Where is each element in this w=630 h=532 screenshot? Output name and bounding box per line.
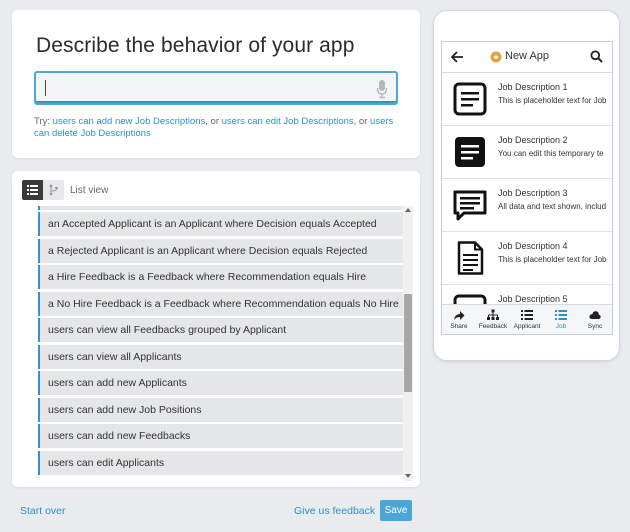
- job-list: Job Description 1 This is placeholder te…: [442, 73, 612, 334]
- phone-tab-bar: Share Feedback Applicant Job Sync: [442, 304, 612, 334]
- cloud-icon: [589, 311, 601, 319]
- describe-card: Describe the behavior of your app Try: u…: [12, 10, 420, 158]
- describe-input[interactable]: [48, 73, 368, 103]
- list-item[interactable]: a No Hire Feedback is a Feedback where R…: [38, 292, 403, 316]
- try-label: Try:: [34, 116, 51, 127]
- list-item: [38, 206, 403, 210]
- hierarchy-icon: [487, 309, 499, 320]
- scroll-up-arrow[interactable]: [405, 208, 411, 212]
- microphone-icon[interactable]: [376, 79, 388, 99]
- tab-label: Job: [555, 323, 567, 330]
- list-item[interactable]: users can view all Applicants: [38, 345, 403, 369]
- tab-label: Feedback: [478, 323, 508, 330]
- list-icon: [555, 310, 567, 320]
- job-title: Job Description 3: [498, 188, 568, 198]
- tab-share[interactable]: Share: [442, 305, 476, 334]
- suggestion-separator: , or: [353, 116, 368, 127]
- describe-title: Describe the behavior of your app: [36, 34, 355, 57]
- tab-applicant[interactable]: Applicant: [510, 305, 544, 334]
- job-title: Job Description 4: [498, 241, 568, 251]
- list-item[interactable]: users can add new Applicants: [38, 371, 403, 395]
- list-view-button[interactable]: [22, 180, 43, 200]
- job-desc: All data and text shown, includ: [498, 202, 607, 211]
- branch-icon: [49, 184, 58, 196]
- app-logo-icon: [490, 51, 502, 63]
- tab-feedback[interactable]: Feedback: [476, 305, 510, 334]
- suggestion-separator: , or: [205, 116, 219, 127]
- job-desc: You can edit this temporary te: [498, 149, 604, 158]
- job-title: Job Description 5: [498, 294, 568, 304]
- list-icon: [27, 185, 38, 195]
- list-item[interactable]: Job Description 3 All data and text show…: [442, 179, 612, 232]
- tab-label: Share: [450, 323, 468, 330]
- scroll-thumb[interactable]: [404, 294, 412, 392]
- document-filled-icon: [455, 137, 485, 167]
- page-lines-icon: [457, 241, 484, 275]
- list-item[interactable]: users can add new Feedbacks: [38, 424, 403, 448]
- list-item[interactable]: an Accepted Applicant is an Applicant wh…: [38, 212, 403, 236]
- job-title: Job Description 1: [498, 82, 568, 92]
- share-icon: [454, 311, 465, 320]
- list-view-label: List view: [70, 185, 109, 196]
- list-item[interactable]: a Rejected Applicant is an Applicant whe…: [38, 239, 403, 263]
- rules-list: an Accepted Applicant is an Applicant wh…: [38, 206, 414, 481]
- suggestion-edit-job-descriptions[interactable]: users can edit Job Descriptions: [222, 116, 354, 127]
- list-item[interactable]: users can add new Job Positions: [38, 398, 403, 422]
- save-button[interactable]: Save: [380, 500, 412, 521]
- text-caret: [45, 80, 46, 96]
- chat-bubble-icon: [453, 190, 487, 221]
- tab-sync[interactable]: Sync: [578, 305, 612, 334]
- try-suggestions: Try: users can add new Job Descriptions,…: [34, 116, 404, 140]
- job-desc: This is placeholder text for Job: [498, 96, 607, 105]
- phone-app-title: New App: [505, 50, 550, 62]
- list-item[interactable]: Job Description 2 You can edit this temp…: [442, 126, 612, 179]
- view-toggle: [22, 180, 64, 200]
- job-title: Job Description 2: [498, 135, 568, 145]
- list-icon: [521, 310, 533, 320]
- rules-list-card: List view an Accepted Applicant is an Ap…: [12, 171, 420, 487]
- tab-job[interactable]: Job: [544, 305, 578, 334]
- list-item[interactable]: users can view all Feedbacks grouped by …: [38, 318, 403, 342]
- phone-screen: New App Job Description 1 This is placeh…: [441, 41, 613, 335]
- suggestion-add-job-descriptions[interactable]: users can add new Job Descriptions: [53, 116, 206, 127]
- phone-preview: New App Job Description 1 This is placeh…: [433, 10, 620, 361]
- start-over-link[interactable]: Start over: [20, 505, 66, 517]
- phone-header: New App: [442, 42, 612, 73]
- tab-label: Sync: [587, 323, 603, 330]
- list-item[interactable]: users can edit Applicants: [38, 451, 403, 475]
- rules-scrollbar[interactable]: [403, 206, 413, 481]
- give-feedback-link[interactable]: Give us feedback: [294, 505, 375, 517]
- list-item[interactable]: Job Description 4 This is placeholder te…: [442, 232, 612, 285]
- list-item[interactable]: a Hire Feedback is a Feedback where Reco…: [38, 265, 403, 289]
- job-desc: This is placeholder text for Job: [498, 255, 607, 264]
- list-item[interactable]: Job Description 1 This is placeholder te…: [442, 73, 612, 126]
- search-icon[interactable]: [590, 50, 603, 63]
- scroll-down-arrow[interactable]: [405, 474, 411, 478]
- back-arrow-icon[interactable]: [451, 51, 464, 63]
- graph-view-button[interactable]: [43, 180, 64, 200]
- tab-label: Applicant: [513, 323, 541, 330]
- describe-input-box[interactable]: [34, 71, 398, 105]
- document-lines-icon: [453, 82, 487, 116]
